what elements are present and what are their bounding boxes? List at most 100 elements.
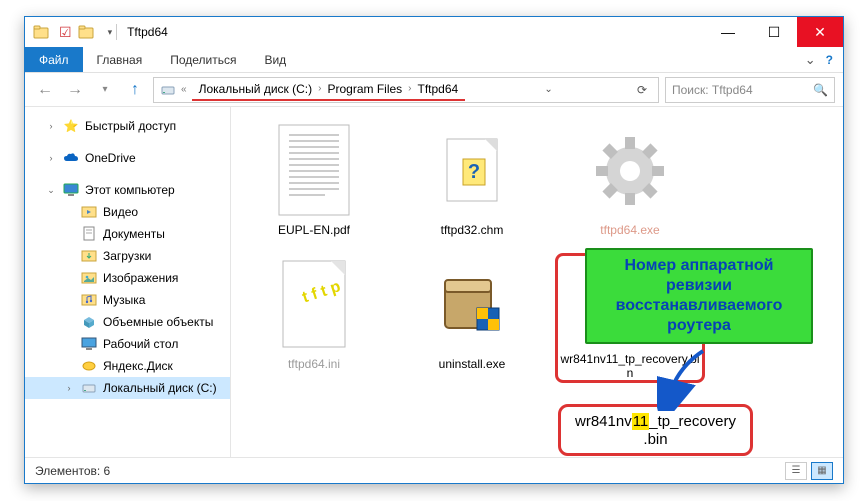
view-switcher: ☰ ▦ [785, 462, 833, 480]
chevron-right-icon: › [315, 83, 324, 94]
chm-icon: ? [424, 123, 520, 219]
file-tftpd64-ini[interactable]: t f t p tftpd64.ini [239, 253, 389, 383]
nav-pictures[interactable]: Изображения [25, 267, 230, 289]
desktop-icon [81, 336, 97, 352]
tab-share[interactable]: Поделиться [156, 47, 250, 72]
music-icon [81, 292, 97, 308]
minimize-button[interactable]: — [705, 17, 751, 47]
back-button[interactable]: ← [33, 78, 57, 102]
file-uninstall-exe[interactable]: uninstall.exe [397, 253, 547, 383]
nav-local-disk-c[interactable]: › Локальный диск (C:) [25, 377, 230, 399]
nav-desktop[interactable]: Рабочий стол [25, 333, 230, 355]
maximize-button[interactable]: ☐ [751, 17, 797, 47]
nav-onedrive[interactable]: › OneDrive [25, 147, 230, 169]
filename-suffix: _tp_recovery [649, 413, 736, 430]
cloud-icon [63, 150, 79, 166]
chevron-right-icon[interactable]: › [63, 383, 75, 393]
qat-menu-caret-icon[interactable]: ▾ [108, 27, 113, 38]
annotation-enlarged-filename: wr841nv11_tp_recovery .bin [558, 404, 753, 456]
large-icons-view-button[interactable]: ▦ [811, 462, 833, 480]
filename-ext: .bin [643, 431, 667, 448]
nav-yandex-disk[interactable]: Яндекс.Диск [25, 355, 230, 377]
file-label: EUPL-EN.pdf [278, 223, 350, 237]
yandex-disk-icon [81, 358, 97, 374]
filename-highlight: 11 [632, 413, 650, 430]
star-icon: ⭐ [63, 118, 79, 134]
address-history-dropdown[interactable]: ⌄ [539, 84, 557, 95]
file-label: tftpd32.chm [441, 223, 504, 237]
chevron-right-icon[interactable]: › [45, 121, 57, 131]
navigation-pane: › ⭐ Быстрый доступ › OneDrive ⌄ Этот ком… [25, 107, 231, 457]
file-eupl-pdf[interactable]: EUPL-EN.pdf [239, 119, 389, 249]
nav-label: Быстрый доступ [85, 119, 176, 133]
search-icon: 🔍 [813, 83, 828, 97]
nav-downloads[interactable]: Загрузки [25, 245, 230, 267]
annotation-callout: Номер аппаратной ревизии восстанавливаем… [585, 248, 813, 344]
uninstall-icon [424, 257, 520, 353]
address-bar[interactable]: « Локальный диск (C:) › Program Files › … [153, 77, 659, 103]
quick-access-toolbar: ☑ ▾ [33, 24, 112, 41]
help-icon[interactable]: ? [826, 53, 833, 67]
ribbon-tabs: Файл Главная Поделиться Вид ⌄ ? [25, 47, 843, 73]
nav-label: Видео [103, 205, 138, 219]
tab-home[interactable]: Главная [83, 47, 157, 72]
svg-text:?: ? [468, 161, 480, 183]
recent-locations-button[interactable]: ▾ [93, 78, 117, 102]
annotation-arrow-icon [657, 349, 713, 411]
file-label: uninstall.exe [439, 357, 506, 371]
nav-label: OneDrive [85, 151, 136, 165]
chevron-left-icon: « [178, 84, 190, 95]
title-bar: ☑ ▾ Tftpd64 — ☐ ✕ [25, 17, 843, 47]
nav-documents[interactable]: Документы [25, 223, 230, 245]
divider [116, 24, 117, 40]
pdf-thumb-icon [266, 123, 362, 219]
nav-this-pc[interactable]: ⌄ Этот компьютер [25, 179, 230, 201]
nav-3d-objects[interactable]: Объемные объекты [25, 311, 230, 333]
nav-label: Локальный диск (C:) [103, 381, 217, 395]
crumb-tftpd64[interactable]: Tftpd64 [415, 82, 462, 96]
disk-icon [81, 380, 97, 396]
file-label: tftpd64.ini [288, 357, 340, 371]
nav-label: Документы [103, 227, 165, 241]
nav-quick-access[interactable]: › ⭐ Быстрый доступ [25, 115, 230, 137]
tab-view[interactable]: Вид [250, 47, 300, 72]
file-tftpd64-exe[interactable]: tftpd64.exe [555, 119, 705, 249]
ribbon-expand-icon[interactable]: ⌄ [805, 52, 816, 68]
breadcrumb: Локальный диск (C:) › Program Files › Tf… [192, 79, 466, 101]
chevron-right-icon[interactable]: › [45, 153, 57, 163]
chevron-down-icon[interactable]: ⌄ [45, 185, 57, 196]
forward-button[interactable]: → [63, 78, 87, 102]
window-controls: — ☐ ✕ [705, 17, 843, 47]
crumb-program-files[interactable]: Program Files [324, 82, 405, 96]
tab-file[interactable]: Файл [25, 47, 83, 72]
callout-text: Номер аппаратной ревизии восстанавливаем… [616, 257, 783, 334]
nav-label: Загрузки [103, 249, 151, 263]
search-input[interactable]: Поиск: Tftpd64 🔍 [665, 77, 835, 103]
crumb-local-disk[interactable]: Локальный диск (C:) [196, 82, 316, 96]
downloads-icon [81, 248, 97, 264]
details-view-button[interactable]: ☰ [785, 462, 807, 480]
nav-label: Изображения [103, 271, 178, 285]
address-row: ← → ▾ ↑ « Локальный диск (C:) › Program … [25, 73, 843, 107]
refresh-button[interactable]: ⟳ [632, 83, 652, 97]
file-tftpd32-chm[interactable]: ? tftpd32.chm [397, 119, 547, 249]
chevron-right-icon: › [405, 83, 414, 94]
folder-icon-2 [78, 24, 94, 40]
status-bar: Элементов: 6 ☰ ▦ [25, 457, 843, 483]
status-elements-count: Элементов: 6 [35, 464, 110, 478]
nav-label: Яндекс.Диск [103, 359, 173, 373]
video-icon [81, 204, 97, 220]
checkbox-qat-icon[interactable]: ☑ [59, 24, 72, 41]
gear-icon [582, 123, 678, 219]
cube-icon [81, 314, 97, 330]
up-button[interactable]: ↑ [123, 78, 147, 102]
ini-icon: t f t p [266, 257, 362, 353]
nav-music[interactable]: Музыка [25, 289, 230, 311]
close-button[interactable]: ✕ [797, 17, 843, 47]
folder-icon [33, 24, 49, 40]
nav-label: Музыка [103, 293, 145, 307]
nav-label: Объемные объекты [103, 315, 213, 329]
nav-videos[interactable]: Видео [25, 201, 230, 223]
search-placeholder: Поиск: Tftpd64 [672, 83, 753, 97]
pictures-icon [81, 270, 97, 286]
